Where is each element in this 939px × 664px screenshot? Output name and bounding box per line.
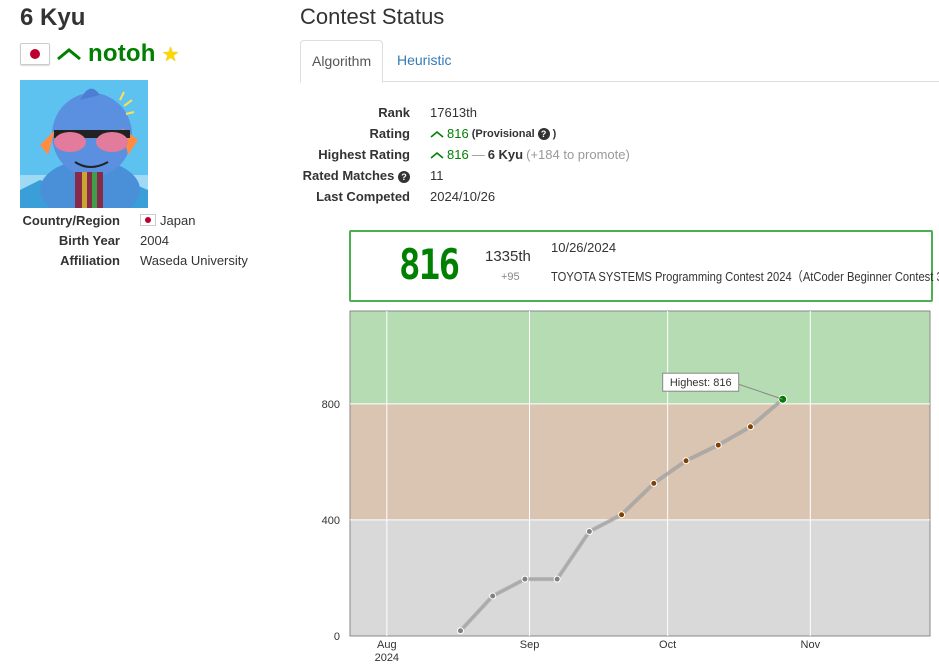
rank-value: 17613th: [430, 105, 477, 120]
user-line: notoh ★: [20, 40, 180, 68]
rank-label: Rank: [378, 105, 410, 120]
japan-flag-icon: [20, 43, 50, 65]
rating-point: [778, 394, 788, 404]
summary-date: 10/26/2024: [551, 240, 617, 255]
x-tick-label: Nov: [801, 639, 821, 651]
tab-heuristic[interactable]: Heuristic: [386, 40, 462, 80]
affiliation-label: Affiliation: [60, 252, 120, 268]
rating-point: [618, 511, 626, 519]
last-competed-row: Last Competed 2024/10/26: [300, 186, 630, 207]
highest-row: Highest Rating 816 — 6 Kyu (+184 to prom…: [300, 144, 630, 165]
tab-algorithm[interactable]: Algorithm: [300, 40, 384, 83]
provisional-close: ): [552, 127, 557, 140]
rating-point: [553, 575, 561, 583]
highest-kyu: 6 Kyu: [487, 147, 524, 162]
rating-point: [489, 592, 497, 600]
affiliation-value: Waseda University: [140, 252, 248, 268]
rating-point: [456, 627, 464, 635]
last-competed-label: Last Competed: [316, 189, 410, 204]
highest-annotation: Highest: 816: [670, 377, 732, 389]
summary-rating: 816: [399, 240, 460, 289]
rating-point: [714, 441, 722, 449]
rating-band: [350, 403, 930, 520]
provisional-label: (Provisional: [471, 127, 535, 140]
user-info-table: Country/Region Japan Birth Year 2004 Aff…: [20, 210, 248, 270]
rating-label: Rating: [369, 126, 410, 141]
username-link[interactable]: notoh: [88, 40, 156, 68]
matches-row: Rated Matches ? 11: [300, 165, 630, 186]
x-tick-label: Aug: [377, 639, 397, 651]
birth-year-label: Birth Year: [58, 232, 120, 248]
summary-diff: +95: [501, 271, 520, 283]
rating-chart: 0 400 800 Aug2024 Sep Oct Nov Highest: 816: [322, 310, 931, 664]
rating-point: [585, 528, 593, 536]
rating-point: [521, 575, 529, 583]
highest-value: 816: [447, 147, 469, 162]
avatar: [20, 80, 148, 208]
help-icon[interactable]: ?: [398, 171, 410, 183]
rating-band: [350, 311, 930, 404]
matches-label: Rated Matches ?: [300, 168, 410, 183]
chevron-up-icon: [430, 130, 444, 138]
help-icon[interactable]: ?: [537, 127, 550, 140]
page-title: Contest Status: [300, 4, 445, 29]
x-tick-label: Sep: [520, 639, 540, 651]
chevron-up-icon: [57, 48, 81, 61]
rating-band: [350, 519, 930, 636]
star-icon: ★: [161, 43, 180, 66]
y-tick-label: 0: [334, 631, 340, 643]
rating-value: 816: [447, 126, 469, 141]
birth-year-value: 2004: [140, 232, 169, 248]
country-link[interactable]: Japan: [160, 213, 195, 228]
chevron-up-icon: [430, 151, 444, 159]
to-promote: (+184 to promote): [526, 147, 630, 162]
rating-point: [682, 457, 690, 465]
rating-row: Rating 816 (Provisional?): [300, 123, 630, 144]
summary-rank: 1335th: [485, 248, 531, 265]
country-label: Country/Region: [22, 212, 121, 228]
dash: —: [471, 147, 485, 162]
japan-flag-icon: [140, 214, 156, 226]
birth-year-row: Birth Year 2004: [20, 230, 248, 250]
x-tick-label: Oct: [659, 639, 676, 651]
last-competed-value: 2024/10/26: [430, 189, 496, 204]
rating-point: [746, 423, 754, 431]
matches-value: 11: [430, 168, 444, 183]
tab-bar: Algorithm Heuristic: [300, 40, 939, 83]
y-tick-label: 800: [322, 399, 340, 411]
y-tick-label: 400: [322, 515, 340, 527]
x-tick-label: 2024: [375, 652, 399, 664]
user-kyu: 6 Kyu: [20, 4, 86, 31]
highest-label: Highest Rating: [318, 147, 410, 162]
contest-summary-box: 816 1335th +95 10/26/2024 TOYOTA SYSTEMS…: [349, 230, 939, 302]
affiliation-row: Affiliation Waseda University: [20, 250, 248, 270]
rating-point: [650, 479, 658, 487]
country-row: Country/Region Japan: [20, 210, 248, 230]
rank-row: Rank 17613th: [300, 102, 630, 123]
summary-contest[interactable]: TOYOTA SYSTEMS Programming Contest 2024（…: [551, 266, 939, 285]
contest-status-table: Rank 17613th Rating 816 (Provisional?) H…: [300, 102, 630, 207]
